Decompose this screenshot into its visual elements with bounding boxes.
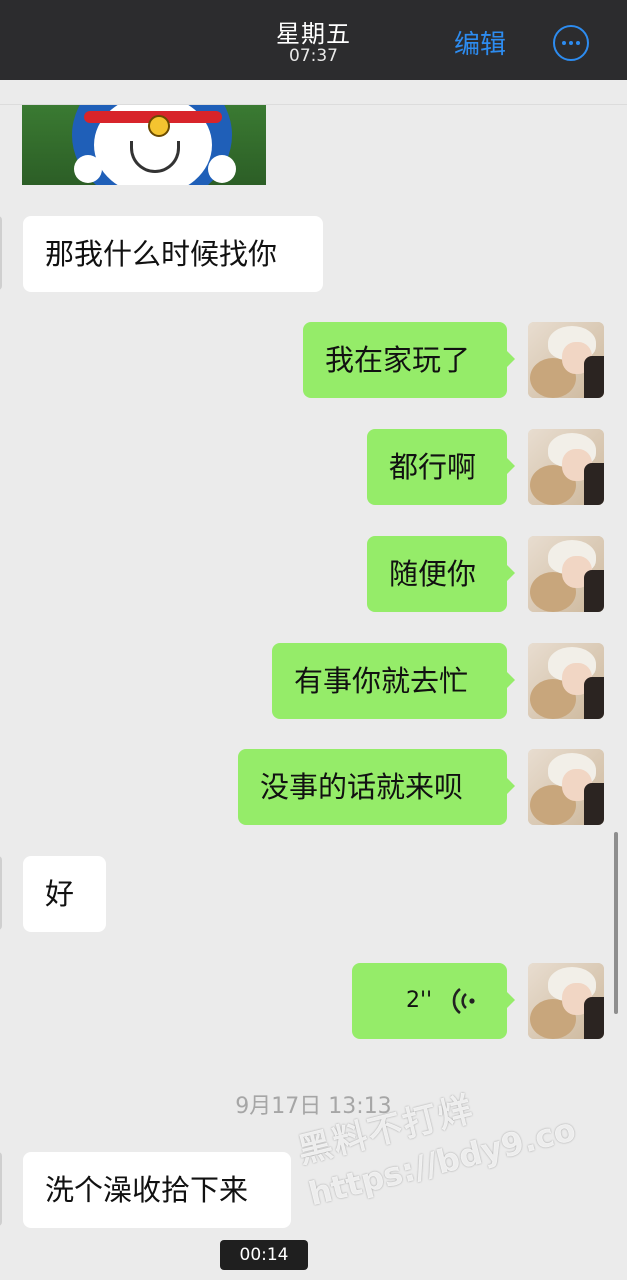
message-bubble-incoming[interactable]: 洗个澡收拾下来: [23, 1152, 291, 1228]
sticker-image[interactable]: [22, 105, 266, 185]
message-bubble-outgoing[interactable]: 随便你: [367, 536, 515, 612]
voice-message-bubble[interactable]: 2'': [352, 963, 515, 1039]
contact-avatar[interactable]: [0, 856, 2, 930]
voice-wave-icon: [452, 987, 475, 1015]
scrollbar[interactable]: [614, 832, 618, 1014]
chat-header: 星期五 07:37 编辑: [0, 0, 627, 80]
chat-title: 星期五: [276, 20, 351, 48]
user-avatar[interactable]: [528, 963, 604, 1039]
watermark: 黑料不打烊 https://bdy9.co: [292, 1048, 627, 1252]
more-icon[interactable]: [553, 25, 589, 61]
header-time: 07:37: [289, 46, 338, 66]
message-bubble-incoming[interactable]: 那我什么时候找你: [23, 216, 323, 292]
user-avatar[interactable]: [528, 643, 604, 719]
edit-button[interactable]: 编辑: [454, 24, 506, 61]
video-timer: 00:14: [220, 1240, 308, 1270]
message-bubble-outgoing[interactable]: 我在家玩了: [303, 322, 515, 398]
message-bubble-outgoing[interactable]: 没事的话就来呗: [238, 749, 515, 825]
message-bubble-outgoing[interactable]: 都行啊: [367, 429, 515, 505]
user-avatar[interactable]: [528, 322, 604, 398]
user-avatar[interactable]: [528, 749, 604, 825]
message-bubble-outgoing[interactable]: 有事你就去忙: [272, 643, 515, 719]
user-avatar[interactable]: [528, 429, 604, 505]
user-avatar[interactable]: [528, 536, 604, 612]
contact-avatar[interactable]: [0, 1152, 2, 1226]
contact-avatar[interactable]: [0, 216, 2, 290]
voice-duration: 2'': [406, 988, 433, 1013]
message-bubble-incoming[interactable]: 好: [23, 856, 106, 932]
